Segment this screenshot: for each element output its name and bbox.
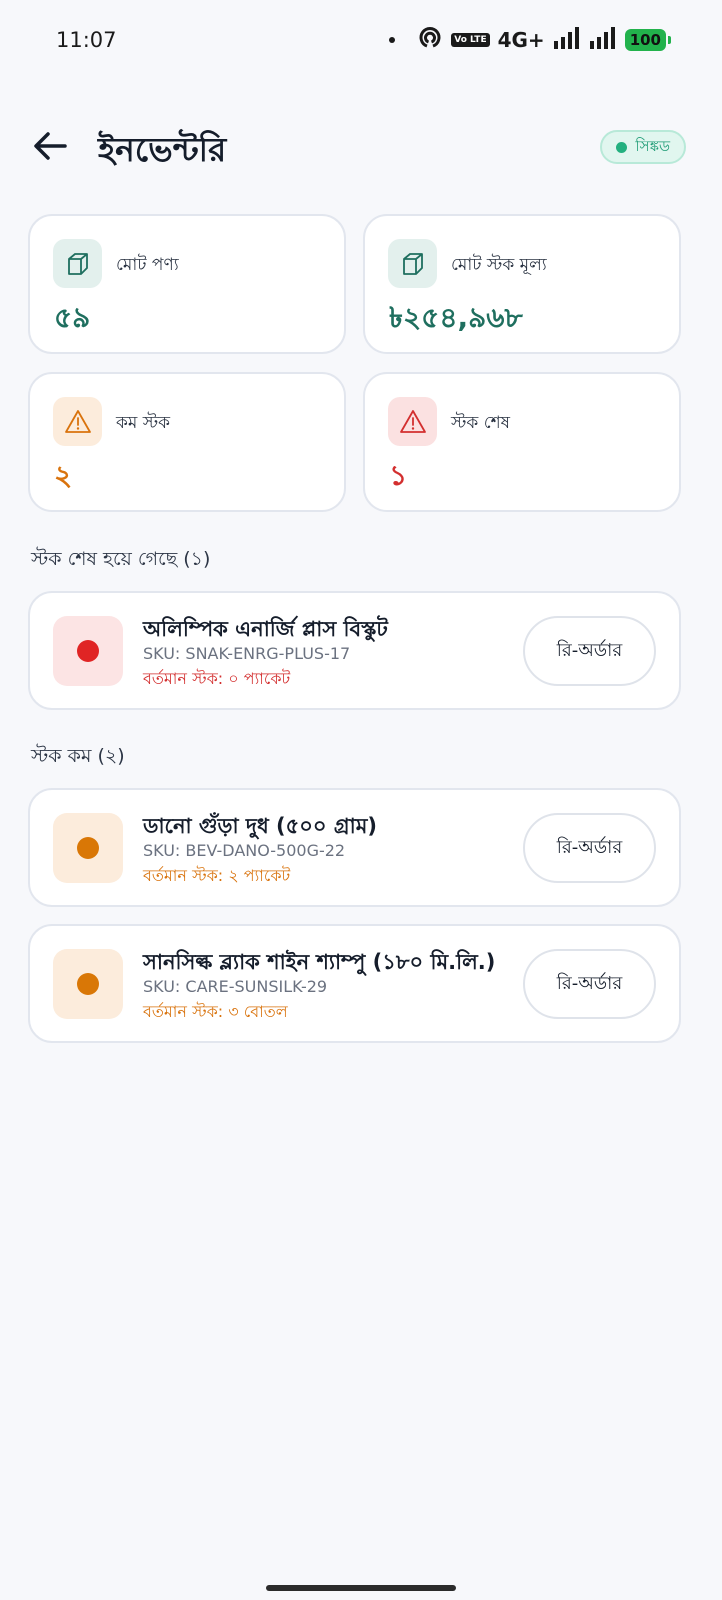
stat-value: ৫৯ (54, 301, 91, 334)
hotspot-icon (417, 26, 443, 54)
reorder-button[interactable]: রি-অর্ডার (523, 616, 656, 686)
box-icon (53, 239, 102, 288)
reorder-button[interactable]: রি-অর্ডার (523, 949, 656, 1019)
status-indicator-icon (53, 616, 123, 686)
status-indicator-icon (53, 813, 123, 883)
signal-icon (589, 27, 617, 53)
stat-card-out-of-stock: স্টক শেষ ১ (363, 372, 681, 512)
item-stock: বর্তমান স্টক: ০ প্যাকেট (143, 669, 291, 688)
signal-icon (553, 27, 581, 53)
sync-status-badge: সিঙ্কড (600, 130, 686, 164)
sync-label: সিঙ্কড (635, 136, 670, 155)
section-title-low-stock: স্টক কম (২) (31, 745, 125, 767)
status-time: 11:07 (56, 28, 117, 52)
stat-value: ৳২৫৪,৯৬৮ (389, 301, 523, 334)
stat-label: স্টক শেষ (451, 413, 511, 433)
stat-card-total-products: মোট পণ্য ৫৯ (28, 214, 346, 354)
list-item: অলিম্পিক এনার্জি প্লাস বিস্কুট SKU: SNAK… (28, 591, 681, 710)
warning-icon (53, 397, 102, 446)
stat-label: মোট স্টক মূল্য (451, 255, 547, 275)
stat-label: মোট পণ্য (116, 255, 179, 275)
item-sku: SKU: CARE-SUNSILK-29 (143, 977, 328, 996)
item-stock: বর্তমান স্টক: ২ প্যাকেট (143, 866, 291, 885)
arrow-left-icon (34, 132, 67, 160)
stat-label: কম স্টক (116, 413, 171, 433)
page-title: ইনভেন্টরি (98, 130, 227, 169)
status-indicator-icon (53, 949, 123, 1019)
item-name: অলিম্পিক এনার্জি প্লাস বিস্কুট (143, 617, 388, 641)
home-indicator[interactable] (266, 1585, 456, 1591)
item-name: ডানো গুঁড়া দুধ (৫০০ গ্রাম) (143, 814, 377, 838)
stat-value: ২ (54, 459, 73, 492)
reorder-button[interactable]: রি-অর্ডার (523, 813, 656, 883)
volte-icon: Vo LTE (451, 33, 490, 47)
item-sku: SKU: SNAK-ENRG-PLUS-17 (143, 644, 351, 663)
notification-dot-icon (389, 37, 396, 43)
stat-card-total-stock-value: মোট স্টক মূল্য ৳২৫৪,৯৬৮ (363, 214, 681, 354)
sync-dot-icon (616, 141, 628, 153)
list-item: সানসিল্ক ব্ল্যাক শাইন শ্যাম্পু (১৮০ মি.ল… (28, 924, 681, 1043)
item-name: সানসিল্ক ব্ল্যাক শাইন শ্যাম্পু (১৮০ মি.ল… (143, 950, 496, 974)
section-title-out-of-stock: স্টক শেষ হয়ে গেছে (১) (31, 548, 211, 570)
list-item: ডানো গুঁড়া দুধ (৫০০ গ্রাম) SKU: BEV-DAN… (28, 788, 681, 907)
stat-value: ১ (389, 459, 408, 492)
status-bar: 11:07 Vo LTE 4G+ 100 (0, 0, 722, 84)
battery-icon: 100 (624, 29, 672, 51)
back-button[interactable] (28, 124, 72, 168)
box-icon (388, 239, 437, 288)
item-stock: বর্তমান স্টক: ৩ বোতল (143, 1002, 288, 1021)
warning-icon (388, 397, 437, 446)
network-type: 4G+ (497, 28, 545, 52)
status-icons: Vo LTE 4G+ 100 (389, 26, 672, 54)
stat-card-low-stock: কম স্টক ২ (28, 372, 346, 512)
item-sku: SKU: BEV-DANO-500G-22 (143, 841, 346, 860)
